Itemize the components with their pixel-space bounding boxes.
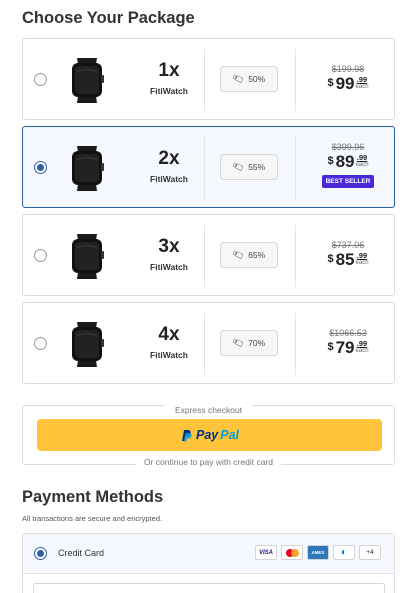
currency-symbol: $ (327, 155, 334, 167)
product-name: FitiWatch (150, 350, 188, 360)
watch-image (72, 322, 104, 367)
price-each: each (355, 260, 369, 266)
express-checkout: Express checkout Pay Pal Or continue to p… (22, 405, 395, 467)
original-price: $737.06 (331, 240, 365, 250)
package-quantity: 4x (158, 324, 180, 345)
price-block: $399.96 $89.99 each BEST SELLER (305, 127, 391, 188)
divider (295, 313, 296, 375)
divider (204, 49, 205, 111)
package-radio[interactable] (34, 161, 47, 174)
product-name: FitiWatch (150, 174, 188, 184)
price-cents: .99 (356, 75, 368, 84)
product-name: FitiWatch (150, 86, 188, 96)
credit-card-label: Credit Card (58, 548, 105, 558)
tag-icon: 🏷 (231, 335, 246, 350)
package-option-2x[interactable]: 2x FitiWatch 🏷 55% $399.96 $89.99 each BEST… (22, 126, 395, 208)
package-radio[interactable] (34, 73, 47, 86)
payment-methods-title: Payment Methods (22, 488, 164, 506)
amex-icon: AMEX (307, 545, 329, 560)
currency-symbol: $ (327, 341, 334, 353)
price-each: each (355, 348, 369, 354)
credit-card-radio[interactable] (34, 547, 47, 560)
paypal-logo-part2: Pal (220, 428, 239, 442)
discount-value: 50% (248, 74, 266, 84)
card-number-input[interactable] (33, 583, 385, 593)
currency-symbol: $ (327, 253, 334, 265)
product-name: FitiWatch (150, 262, 188, 272)
tag-icon: 🏷 (231, 71, 246, 86)
watch-image (72, 146, 104, 191)
price-each: each (355, 162, 369, 168)
watch-image (72, 58, 104, 103)
divider (204, 137, 205, 199)
mastercard-icon (281, 545, 303, 560)
package-quantity: 1x (158, 60, 180, 81)
secure-note: All transactions are secure and encrypte… (22, 514, 163, 523)
discount-badge: 🏷 65% (220, 242, 278, 268)
tag-icon: 🏷 (231, 159, 246, 174)
price-block: $199.98 $99.99 each (305, 39, 391, 92)
more-cards-badge: +4 (359, 545, 381, 560)
payment-methods-box: Credit Card VISA AMEX ◐ +4 (22, 533, 395, 593)
discount-value: 70% (248, 338, 266, 348)
original-price: $199.98 (331, 64, 365, 74)
best-seller-badge: BEST SELLER (321, 175, 375, 188)
price-block: $1066.53 $79.99 each (305, 303, 391, 356)
price-block: $737.06 $85.99 each (305, 215, 391, 268)
package-radio[interactable] (34, 337, 47, 350)
discount-badge: 🏷 55% (220, 154, 278, 180)
card-logos: VISA AMEX ◐ +4 (255, 545, 381, 560)
divider (295, 225, 296, 287)
paypal-icon (181, 429, 192, 441)
discount-badge: 🏷 70% (220, 330, 278, 356)
price-each: each (355, 84, 369, 90)
original-price: $1066.53 (329, 328, 367, 338)
price-whole: 99 (335, 74, 355, 93)
package-radio[interactable] (34, 249, 47, 262)
currency-symbol: $ (327, 77, 334, 89)
divider (295, 49, 296, 111)
divider (204, 313, 205, 375)
package-option-4x[interactable]: 4x FitiWatch 🏷 70% $1066.53 $79.99 each (22, 302, 395, 384)
original-price: $399.96 (331, 142, 365, 152)
discount-value: 65% (248, 250, 266, 260)
divider (295, 137, 296, 199)
package-quantity: 2x (158, 148, 180, 169)
credit-card-option[interactable]: Credit Card VISA AMEX ◐ +4 (23, 534, 394, 574)
divider (204, 225, 205, 287)
price-whole: 89 (335, 152, 355, 171)
paypal-button[interactable]: Pay Pal (37, 419, 382, 451)
visa-icon: VISA (255, 545, 277, 560)
watch-image (72, 234, 104, 279)
price-whole: 79 (335, 338, 355, 357)
discount-badge: 🏷 50% (220, 66, 278, 92)
price-cents: .99 (356, 251, 368, 260)
express-checkout-label: Express checkout (164, 405, 253, 415)
price-cents: .99 (356, 339, 368, 348)
continue-credit-card-label: Or continue to pay with credit card (136, 457, 281, 467)
package-option-3x[interactable]: 3x FitiWatch 🏷 65% $737.06 $85.99 each (22, 214, 395, 296)
price-whole: 85 (335, 250, 355, 269)
package-option-1x[interactable]: 1x FitiWatch 🏷 50% $199.98 $99.99 each (22, 38, 395, 120)
tag-icon: 🏷 (231, 247, 246, 262)
discount-value: 55% (248, 162, 266, 172)
diners-club-icon: ◐ (333, 545, 355, 560)
package-quantity: 3x (158, 236, 180, 257)
price-cents: .99 (356, 153, 368, 162)
page-title: Choose Your Package (22, 9, 195, 27)
paypal-logo-part1: Pay (195, 428, 219, 442)
